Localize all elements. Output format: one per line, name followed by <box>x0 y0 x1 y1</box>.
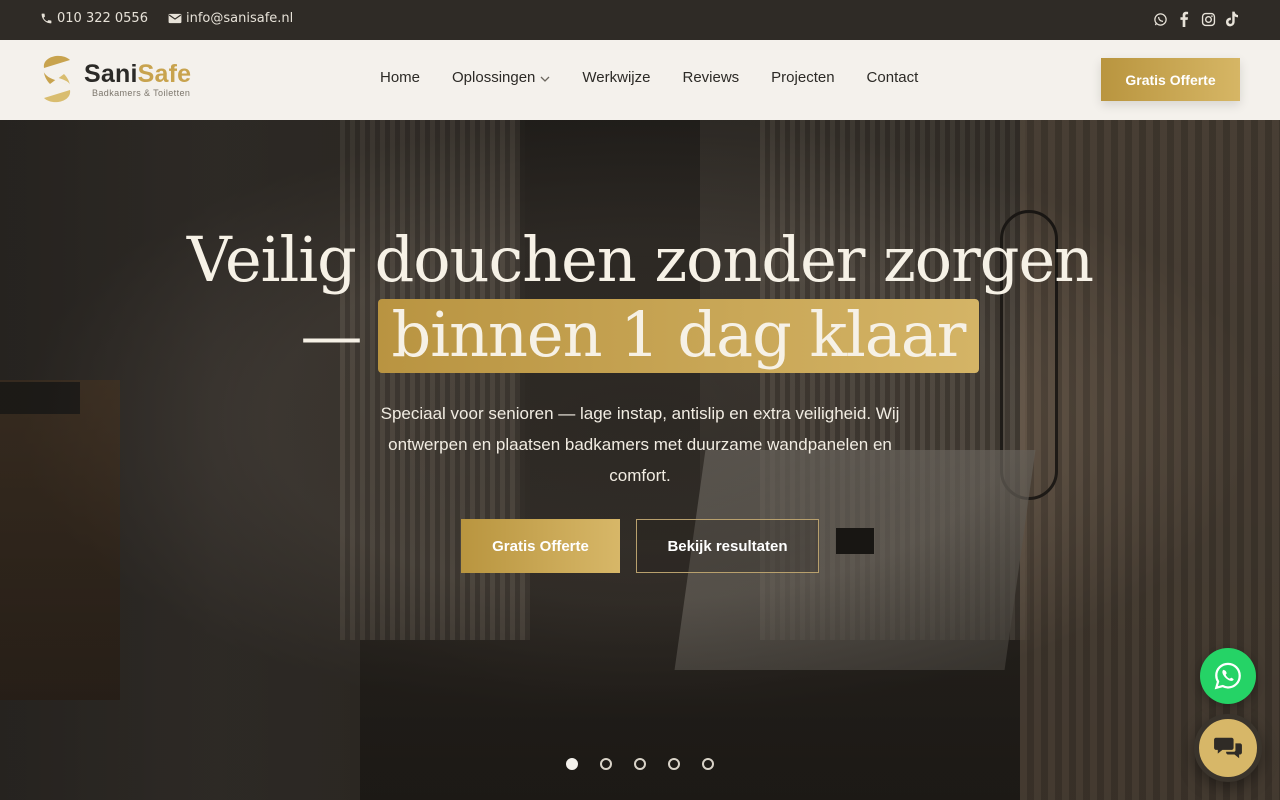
nav-werkwijze-label: Werkwijze <box>582 69 651 86</box>
email-link[interactable]: info@sanisafe.nl <box>168 11 293 26</box>
hero-title-line1: Veilig douchen zonder zorgen <box>186 223 1094 296</box>
logo-mark-icon <box>42 55 72 103</box>
nav-home-label: Home <box>380 69 421 86</box>
logo[interactable]: SaniSafe Badkamers & Toiletten <box>40 54 220 106</box>
nav-werkwijze[interactable]: Werkwijze <box>582 69 650 86</box>
hero-results-button[interactable]: Bekijk resultaten <box>636 519 819 573</box>
nav-projecten[interactable]: Projecten <box>771 69 834 86</box>
slider-dot-3[interactable] <box>634 758 646 770</box>
phone-icon <box>41 13 52 24</box>
whatsapp-icon <box>1214 662 1241 690</box>
header-quote-button[interactable]: Gratis Offerte <box>1101 58 1240 101</box>
contact-info: 010 322 0556 info@sanisafe.nl <box>40 11 313 26</box>
logo-part-sani: Sani <box>84 60 138 88</box>
slider-pagination <box>566 758 714 770</box>
hero-subtitle: Speciaal voor senioren — lage instap, an… <box>380 404 900 485</box>
logo-tagline: Badkamers & Toiletten <box>92 88 191 98</box>
nav-oplossingen-label: Oplossingen <box>452 69 536 86</box>
hero-title: Veilig douchen zonder zorgen — binnen 1 … <box>0 222 1280 374</box>
phone-link[interactable]: 010 322 0556 <box>40 11 148 26</box>
top-bar: 010 322 0556 info@sanisafe.nl <box>0 0 1280 40</box>
hero-title-line2: — binnen 1 dag klaar <box>301 298 980 374</box>
chat-float-button[interactable] <box>1194 714 1262 782</box>
facebook-icon[interactable] <box>1176 10 1192 28</box>
site-header: SaniSafe Badkamers & Toiletten Home Oplo… <box>0 40 1280 120</box>
logo-part-safe: Safe <box>137 60 192 88</box>
slider-dot-5[interactable] <box>702 758 714 770</box>
nav-contact-label: Contact <box>866 69 919 86</box>
main-nav: Home Oplossingen Werkwijze Reviews Proje… <box>380 69 918 86</box>
hero-section: Veilig douchen zonder zorgen — binnen 1 … <box>0 120 1280 800</box>
whatsapp-float-button[interactable] <box>1200 648 1256 704</box>
logo-wordmark: SaniSafe <box>84 60 191 89</box>
slider-dot-2[interactable] <box>600 758 612 770</box>
nav-reviews-label: Reviews <box>682 69 740 86</box>
nav-contact[interactable]: Contact <box>867 69 919 86</box>
tiktok-icon[interactable] <box>1224 10 1240 28</box>
nav-reviews[interactable]: Reviews <box>682 69 739 86</box>
slider-dot-1[interactable] <box>566 758 578 770</box>
nav-projecten-label: Projecten <box>771 69 835 86</box>
hero-quote-button[interactable]: Gratis Offerte <box>461 519 620 573</box>
slider-dot-4[interactable] <box>668 758 680 770</box>
hero-title-dash: — <box>300 299 363 372</box>
whatsapp-icon[interactable] <box>1152 10 1168 28</box>
instagram-icon[interactable] <box>1200 10 1216 28</box>
social-links <box>1144 10 1240 28</box>
email-address: info@sanisafe.nl <box>185 11 294 26</box>
nav-home[interactable]: Home <box>380 69 420 86</box>
hero-title-highlight: binnen 1 dag klaar <box>377 299 980 373</box>
phone-number: 010 322 0556 <box>57 11 148 26</box>
nav-oplossingen[interactable]: Oplossingen <box>452 69 550 86</box>
chevron-down-icon <box>540 76 550 82</box>
chat-bubbles-icon <box>1214 737 1242 759</box>
mail-icon <box>168 13 182 24</box>
